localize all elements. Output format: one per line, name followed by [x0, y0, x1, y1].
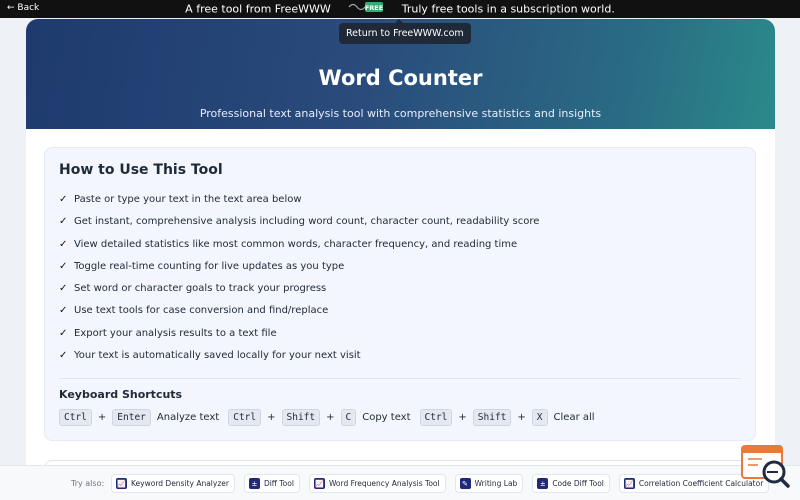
chart-icon: 📈 — [116, 478, 127, 489]
list-item: ✓ View detailed statistics like most comm… — [59, 238, 518, 250]
shortcut-description: Copy text — [362, 412, 411, 423]
chart-icon: 📈 — [313, 478, 325, 489]
page-title: Word Counter — [318, 66, 483, 90]
tool-link-diff-tool[interactable]: ± Diff Tool — [243, 474, 300, 493]
try-also-label: Try also: — [71, 479, 105, 488]
check-icon: ✓ — [59, 283, 68, 295]
chart-icon: 📈 — [623, 478, 635, 489]
key-enter: Enter — [112, 409, 151, 426]
key-x: X — [531, 409, 548, 426]
plus-sign: + — [517, 412, 526, 423]
list-item: ✓ Get instant, comprehensive analysis inc… — [59, 216, 540, 228]
top-bar: ← Back A free tool from FreeWWW FREE Tru… — [0, 0, 800, 18]
search-code-icon[interactable] — [740, 444, 792, 490]
check-icon: ✓ — [59, 194, 68, 205]
shortcuts-title: Keyboard Shortcuts — [59, 388, 183, 401]
tool-link-word-frequency-analysis-tool[interactable]: 📈 Word Frequency Analysis Tool — [308, 474, 446, 493]
check-icon: ✓ — [59, 305, 68, 317]
tool-link-keyword-density-analyzer[interactable]: 📈 Keyword Density Analyzer — [111, 474, 235, 493]
tool-links: 📈 Keyword Density Analyzer ± Diff Tool 📈 Wo… — [111, 474, 778, 493]
key-shift: Shift — [472, 409, 512, 426]
list-item: ✓ Toggle real-time counting for live upda… — [59, 260, 345, 272]
free-badge-text: FREE — [365, 4, 383, 12]
plus-sign: + — [267, 412, 276, 423]
key-shift: Shift — [281, 409, 321, 426]
how-to-title: How to Use This Tool — [59, 162, 223, 178]
plus-sign: + — [458, 412, 467, 423]
list-item: ✓ Paste or type your text in the text are… — [59, 194, 302, 205]
key-ctrl: Ctrl — [228, 409, 262, 426]
list-item: ✓ Set word or character goals to track yo… — [59, 283, 327, 295]
shortcuts-row: Ctrl + Enter Analyze text Ctrl + Shift +… — [59, 409, 604, 426]
promo-banner: A free tool from FreeWWW FREE Truly free… — [0, 2, 800, 17]
tool-link-writing-lab[interactable]: ✎ Writing Lab — [454, 474, 524, 493]
plus-minus-icon: ± — [248, 478, 260, 489]
return-tooltip: Return to FreeWWW.com — [339, 19, 471, 44]
try-also-bar: Try also: 📈 Keyword Density Analyzer ± Dif… — [0, 465, 800, 500]
plus-minus-icon: ± — [537, 478, 549, 489]
list-item: ✓ Your text is automatically saved locall… — [59, 350, 361, 362]
key-ctrl: Ctrl — [419, 409, 453, 426]
how-to-panel: How to Use This Tool ✓ Paste or type your… — [44, 147, 756, 441]
shortcut-description: Analyze text — [156, 412, 220, 423]
list-item: ✓ Export your analysis results to a text … — [59, 327, 277, 339]
main-content: How to Use This Tool ✓ Paste or type your… — [26, 129, 775, 500]
page-subtitle: Professional text analysis tool with com… — [199, 107, 602, 120]
steps-list: ✓ Paste or type your text in the text are… — [59, 194, 539, 372]
promo-text-left: A free tool from FreeWWW — [185, 2, 331, 16]
list-item: ✓ Use text tools for case conversion and … — [59, 305, 329, 317]
divider — [59, 378, 741, 379]
promo-text-right: Truly free tools in a subscription world… — [401, 2, 615, 16]
key-c: C — [340, 409, 357, 426]
check-icon: ✓ — [59, 260, 68, 272]
check-icon: ✓ — [59, 216, 68, 228]
shortcut-description: Clear all — [553, 412, 595, 423]
check-icon: ✓ — [59, 238, 68, 250]
check-icon: ✓ — [59, 327, 68, 339]
pen-icon: ✎ — [459, 478, 471, 489]
check-icon: ✓ — [59, 350, 68, 362]
freewww-logo[interactable]: FREE — [348, 1, 384, 16]
plus-sign: + — [97, 412, 107, 423]
plus-sign: + — [326, 412, 335, 423]
key-ctrl: Ctrl — [59, 409, 92, 426]
tool-link-code-diff-tool[interactable]: ± Code Diff Tool — [532, 474, 610, 493]
